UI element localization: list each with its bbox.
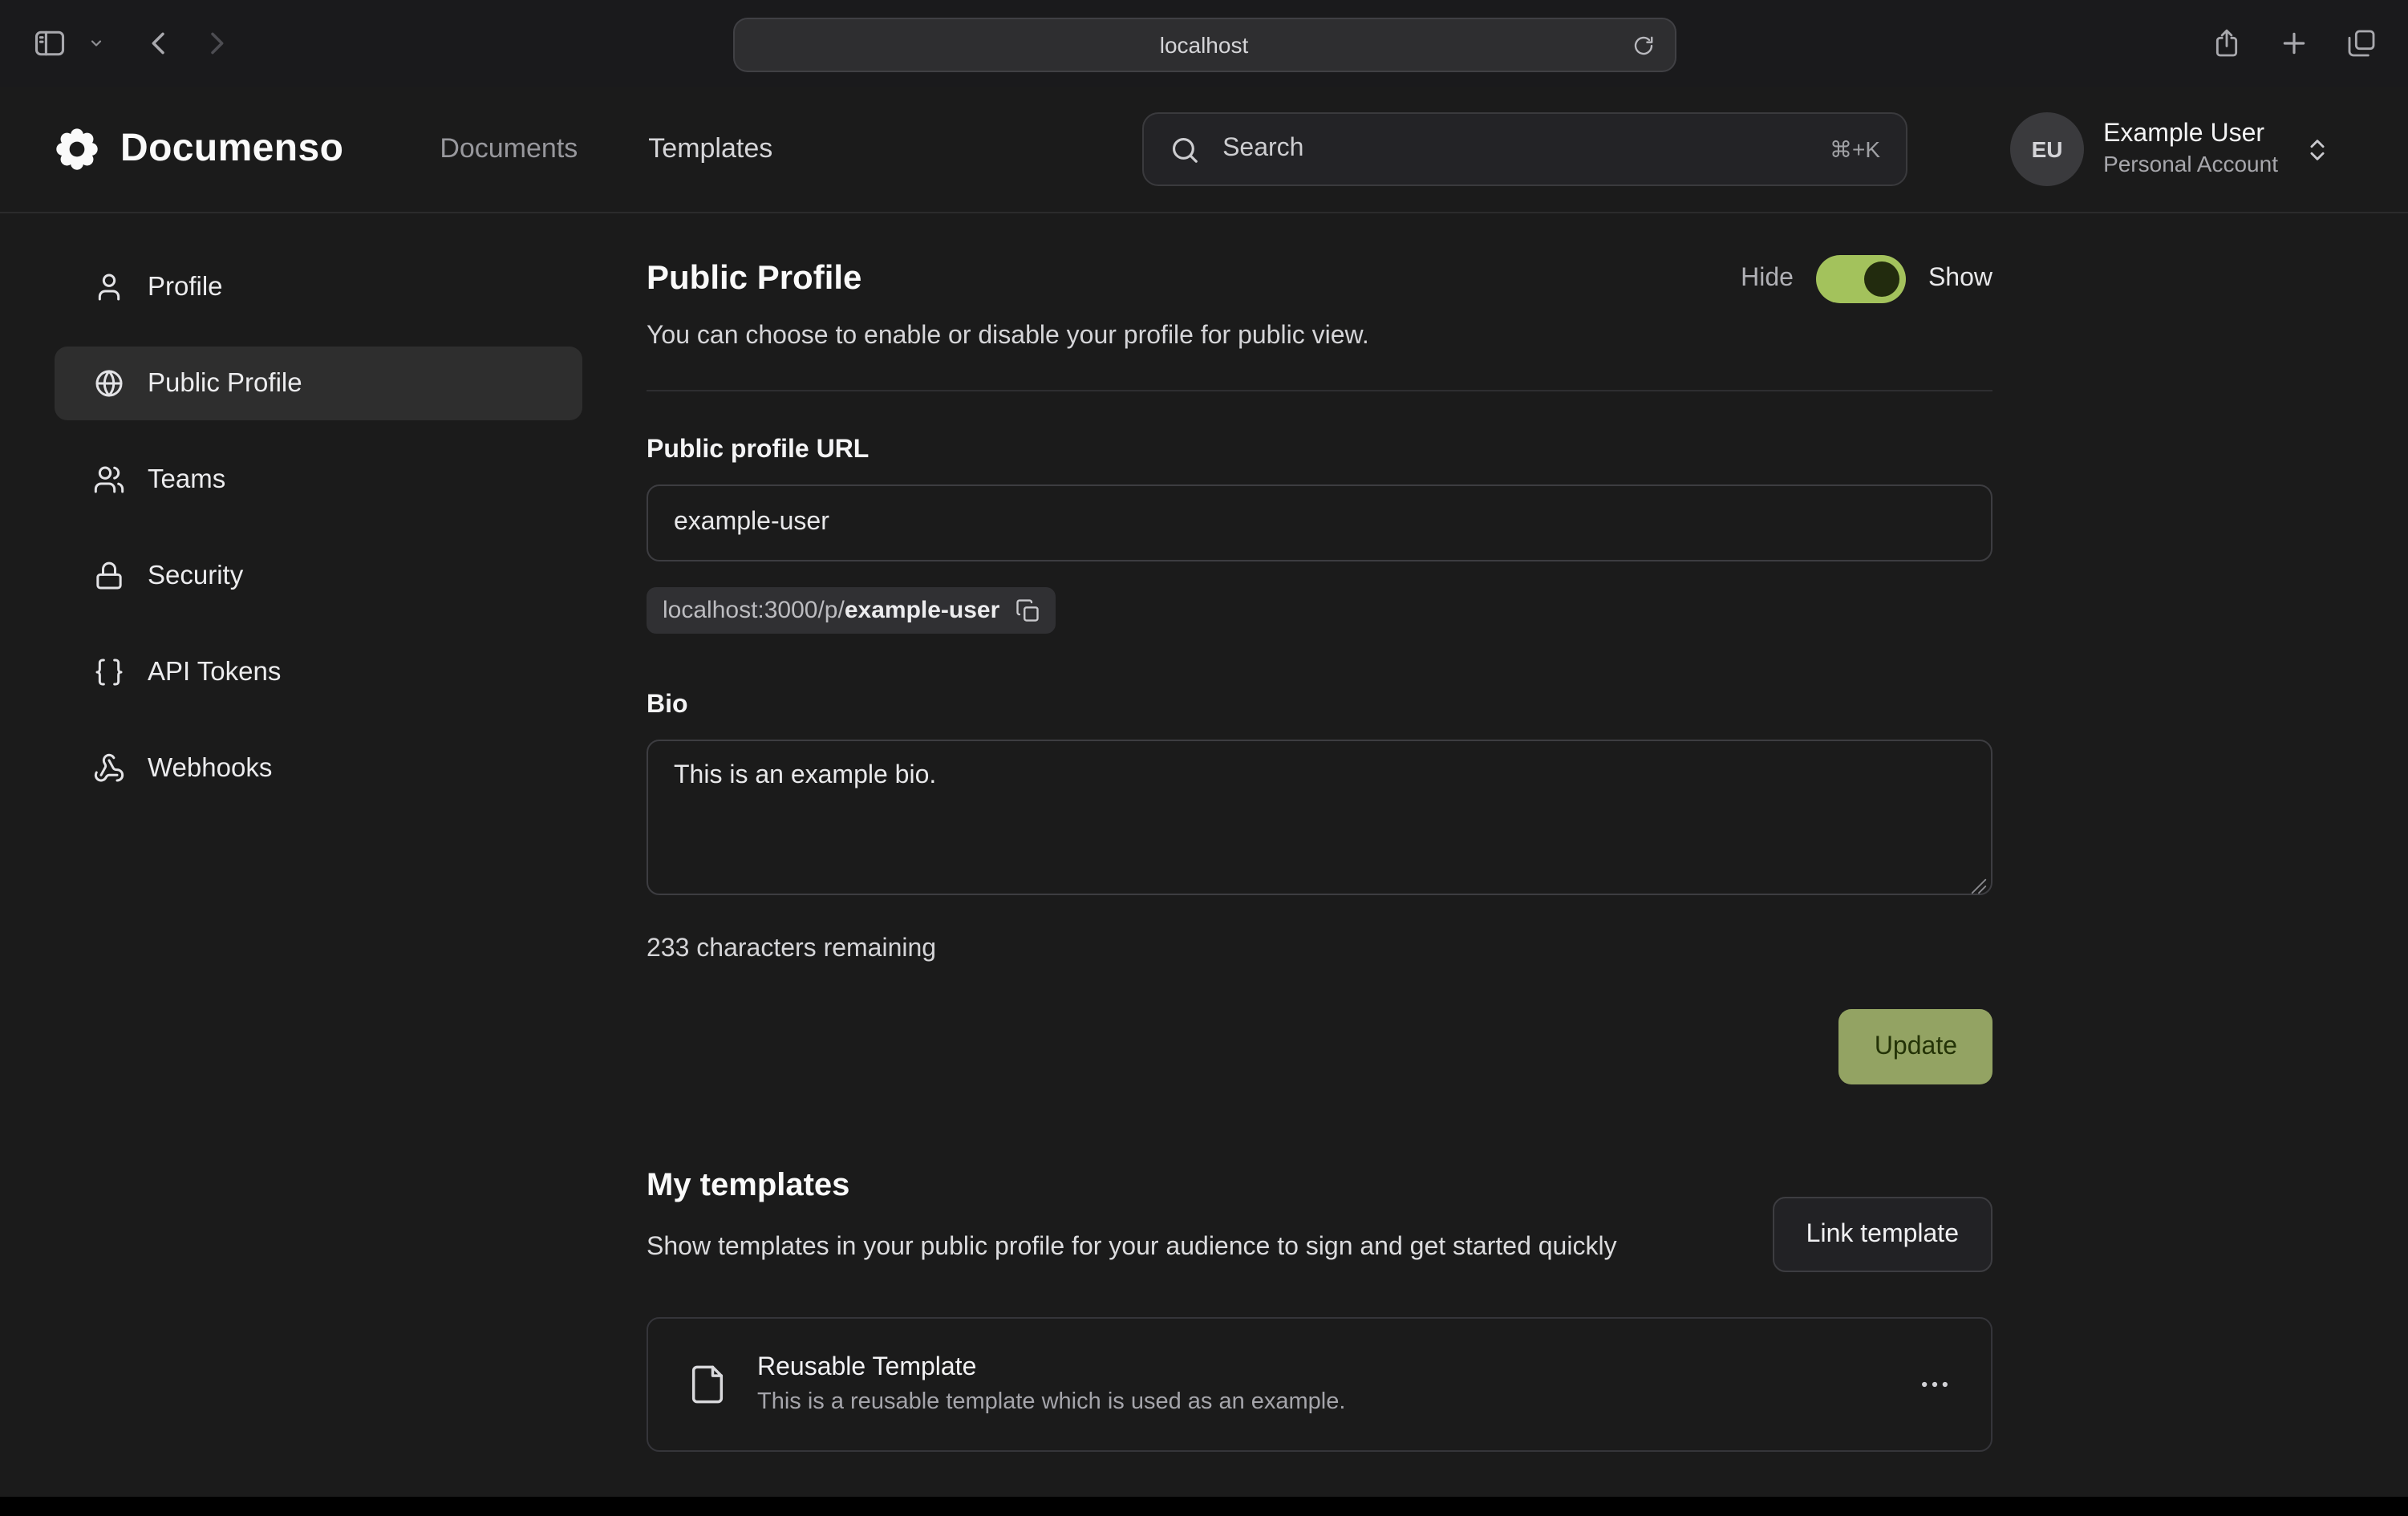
- copy-icon[interactable]: [1015, 598, 1040, 622]
- my-templates-description: Show templates in your public profile fo…: [647, 1227, 1617, 1269]
- webhook-icon: [93, 752, 125, 784]
- link-template-button[interactable]: Link template: [1773, 1197, 1992, 1272]
- browser-chrome: localhost: [0, 0, 2408, 87]
- settings-page: Profile Public Profile Teams: [0, 213, 2408, 1452]
- profile-visibility-toggle[interactable]: [1816, 255, 1906, 303]
- search-input[interactable]: [1219, 133, 1810, 165]
- update-button[interactable]: Update: [1839, 1009, 1992, 1084]
- braces-icon: [93, 656, 125, 688]
- window-bottom-edge: [0, 1497, 2408, 1516]
- documenso-logo-icon: [53, 125, 101, 173]
- sidebar-item-public-profile[interactable]: Public Profile: [55, 347, 582, 420]
- more-options-icon[interactable]: [1917, 1367, 1952, 1402]
- search-icon: [1170, 134, 1200, 164]
- brand[interactable]: Documenso: [53, 125, 343, 173]
- public-profile-url-input[interactable]: [647, 484, 1992, 561]
- account-type: Personal Account: [2103, 152, 2278, 180]
- template-card: Reusable Template This is a reusable tem…: [647, 1317, 1992, 1452]
- file-icon: [687, 1362, 728, 1407]
- back-icon[interactable]: [135, 19, 183, 67]
- sidebar-item-teams[interactable]: Teams: [55, 443, 582, 517]
- nav-templates[interactable]: Templates: [648, 133, 772, 165]
- resize-handle-icon[interactable]: [1970, 878, 1988, 895]
- show-label: Show: [1928, 265, 1992, 294]
- visibility-control: Hide Show: [1741, 255, 1992, 303]
- account-name: Example User: [2103, 120, 2278, 152]
- share-icon[interactable]: [2203, 19, 2251, 67]
- page-title: Public Profile: [647, 260, 861, 298]
- sidebar-toggle-icon[interactable]: [26, 19, 74, 67]
- chevron-down-icon[interactable]: [83, 19, 109, 67]
- profile-url-preview: localhost:3000/p/example-user: [647, 587, 1056, 634]
- nav-documents[interactable]: Documents: [440, 133, 578, 165]
- hide-label: Hide: [1741, 265, 1794, 294]
- toggle-knob: [1864, 261, 1899, 297]
- divider: [647, 390, 1992, 391]
- sidebar-item-security[interactable]: Security: [55, 539, 582, 613]
- address-bar[interactable]: localhost: [732, 18, 1676, 72]
- my-templates-title: My templates: [647, 1168, 1617, 1205]
- user-icon: [93, 271, 125, 303]
- bio-field-label: Bio: [647, 691, 1992, 720]
- users-icon: [93, 464, 125, 496]
- bio-textarea[interactable]: This is an example bio.: [647, 740, 1992, 895]
- template-name: Reusable Template: [757, 1354, 1345, 1383]
- template-meta: Reusable Template This is a reusable tem…: [757, 1354, 1345, 1415]
- template-description: This is a reusable template which is use…: [757, 1389, 1345, 1415]
- chevrons-up-down-icon: [2304, 136, 2331, 163]
- url-prefix: localhost:3000/p/: [663, 597, 845, 624]
- url-field-label: Public profile URL: [647, 436, 1992, 465]
- main-content: Public Profile Hide Show You can choose …: [647, 213, 1992, 1452]
- app: Documenso Documents Templates ⌘+K EU Exa…: [0, 87, 2408, 1497]
- characters-remaining: 233 characters remaining: [647, 935, 1992, 964]
- account-text: Example User Personal Account: [2103, 120, 2278, 180]
- globe-icon: [93, 367, 125, 399]
- sidebar-item-api-tokens[interactable]: API Tokens: [55, 635, 582, 709]
- new-tab-icon[interactable]: [2270, 19, 2318, 67]
- page-subtitle: You can choose to enable or disable your…: [647, 322, 1992, 351]
- search-box[interactable]: ⌘+K: [1142, 112, 1907, 186]
- url-slug: example-user: [845, 597, 999, 624]
- account-menu[interactable]: EU Example User Personal Account: [2010, 112, 2331, 186]
- forward-icon[interactable]: [193, 19, 241, 67]
- app-header: Documenso Documents Templates ⌘+K EU Exa…: [0, 87, 2408, 213]
- lock-icon: [93, 560, 125, 592]
- url-text: localhost: [1160, 32, 1249, 58]
- tab-overview-icon[interactable]: [2337, 19, 2386, 67]
- sidebar-item-webhooks[interactable]: Webhooks: [55, 732, 582, 805]
- main-nav: Documents Templates: [440, 133, 772, 165]
- brand-name: Documenso: [120, 127, 343, 172]
- search-shortcut: ⌘+K: [1830, 136, 1880, 163]
- reload-icon[interactable]: [1620, 21, 1668, 69]
- settings-nav: Profile Public Profile Teams: [0, 213, 582, 1452]
- sidebar-item-profile[interactable]: Profile: [55, 250, 582, 324]
- avatar: EU: [2010, 112, 2084, 186]
- screen: localhost: [0, 0, 2408, 1516]
